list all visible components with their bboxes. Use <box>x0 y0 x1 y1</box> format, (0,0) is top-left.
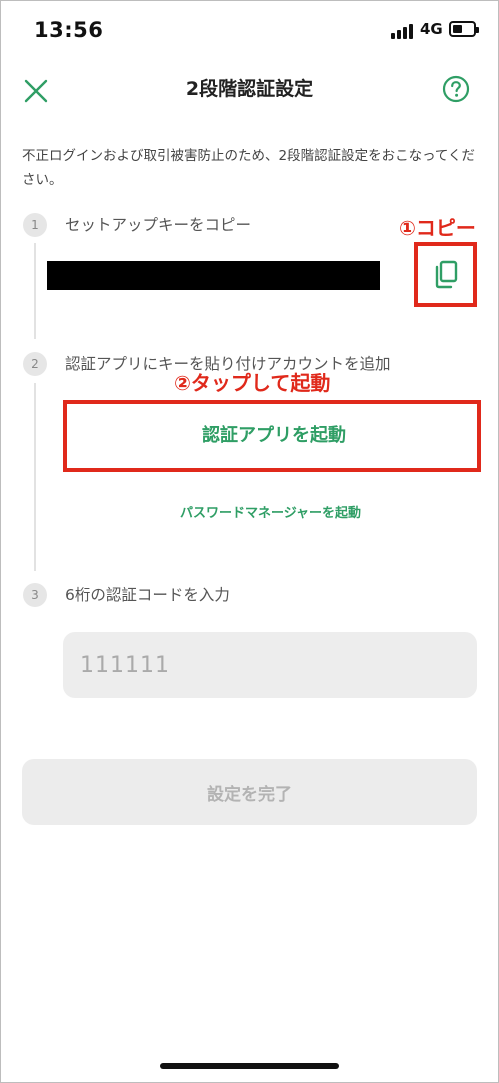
status-bar: 13:56 4G <box>0 0 499 62</box>
launch-auth-app-button[interactable]: 認証アプリを起動 <box>75 410 473 460</box>
help-circle-icon <box>442 75 470 103</box>
page-title: 2段階認証設定 <box>185 78 314 100</box>
step-1-number: 1 <box>23 213 47 237</box>
copy-highlight-box <box>414 242 477 307</box>
complete-setup-button[interactable]: 設定を完了 <box>22 759 477 825</box>
header: 2段階認証設定 <box>0 62 499 118</box>
home-indicator <box>160 1063 339 1069</box>
step-2-connector <box>34 383 36 571</box>
status-time: 13:56 <box>34 18 104 42</box>
network-type: 4G <box>420 20 443 38</box>
step-1-label: セットアップキーをコピー <box>65 216 252 234</box>
copy-annotation: ①コピー <box>399 216 476 240</box>
battery-icon <box>449 21 479 37</box>
step-3-label: 6桁の認証コードを入力 <box>65 586 230 604</box>
step-3-number: 3 <box>23 583 47 607</box>
signal-icon <box>391 23 415 39</box>
setup-key-redacted <box>47 261 380 290</box>
help-button[interactable] <box>442 75 470 103</box>
intro-text: 不正ログインおよび取引被害防止のため、2段階認証設定をおこなってください。 <box>22 148 476 188</box>
launch-password-manager-link[interactable]: パスワードマネージャーを起動 <box>0 502 499 521</box>
auth-code-input[interactable] <box>63 632 477 698</box>
step-2-number: 2 <box>23 352 47 376</box>
step-1-connector <box>34 243 36 339</box>
launch-annotation: ②タップして起動 <box>174 371 331 395</box>
battery-level <box>453 25 462 33</box>
